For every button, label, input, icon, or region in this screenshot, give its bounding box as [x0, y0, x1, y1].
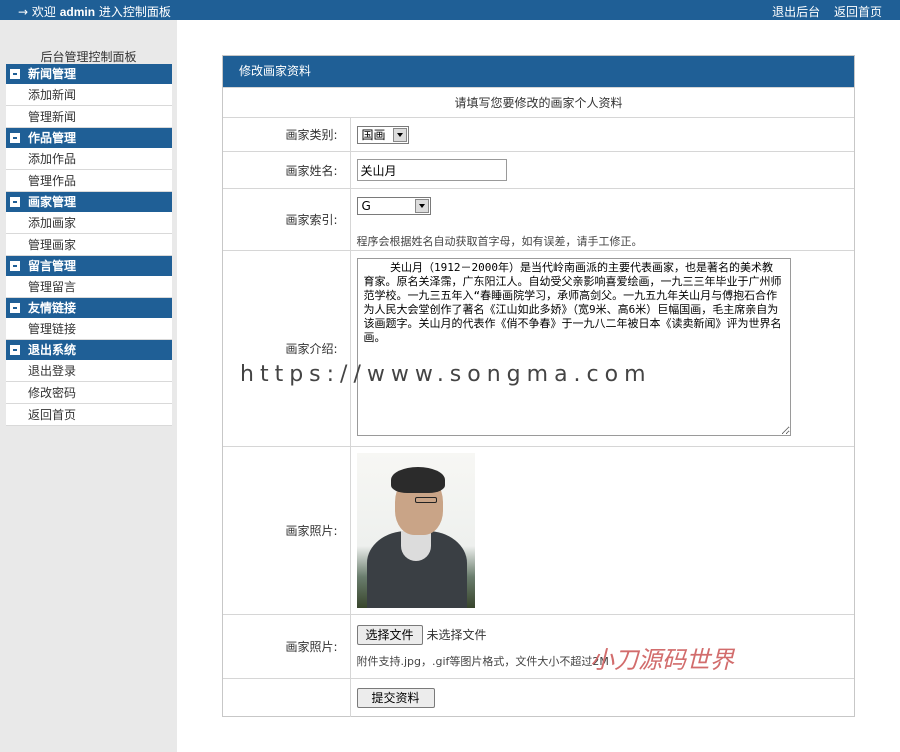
- username: admin: [59, 5, 96, 19]
- painter-photo: [356, 453, 475, 608]
- url-watermark: https://www.songma.com: [240, 362, 652, 387]
- choose-file-button[interactable]: 选择文件: [356, 624, 423, 645]
- menu-item-add-works[interactable]: 添加作品: [6, 148, 172, 170]
- menu-group-links[interactable]: 友情链接: [6, 298, 172, 318]
- edit-painter-form: 请填写您要修改的画家个人资料 画家类别: 国画 画家姓名: 画家索引: G: [223, 87, 854, 717]
- index-label: 画家索引:: [223, 188, 351, 251]
- upload-label: 画家照片:: [223, 614, 351, 679]
- menu-item-return-home[interactable]: 返回首页: [6, 404, 172, 426]
- bio-label: 画家介绍:: [223, 250, 351, 447]
- menu-group-label: 作品管理: [28, 131, 77, 145]
- index-value: G: [361, 198, 371, 213]
- name-label: 画家姓名:: [223, 151, 351, 189]
- category-label: 画家类别:: [223, 117, 351, 152]
- menu-group-news[interactable]: 新闻管理: [6, 64, 172, 84]
- form-intro-row: 请填写您要修改的画家个人资料: [223, 87, 854, 118]
- panel-title: 修改画家资料: [223, 56, 854, 87]
- sidebar-title: 后台管理控制面板: [40, 50, 137, 64]
- menu-item-manage-links[interactable]: 管理链接: [6, 318, 172, 340]
- category-value: 国画: [361, 127, 386, 142]
- no-file-text: 未选择文件: [426, 627, 487, 642]
- home-link[interactable]: 返回首页: [834, 5, 882, 19]
- index-row: 画家索引: G 程序会根据姓名自动获取首字母，如有误差，请手工修正。: [223, 188, 854, 251]
- chevron-down-icon: [392, 127, 407, 142]
- collapse-icon: [10, 345, 20, 355]
- menu-group-works[interactable]: 作品管理: [6, 128, 172, 148]
- menu-group-exit[interactable]: 退出系统: [6, 340, 172, 360]
- menu-item-manage-painters[interactable]: 管理画家: [6, 234, 172, 256]
- welcome-message: → 欢迎 admin 进入控制面板: [18, 3, 171, 20]
- chevron-down-icon: [414, 198, 429, 213]
- photo-row: 画家照片:: [223, 446, 854, 615]
- menu-item-manage-messages[interactable]: 管理留言: [6, 276, 172, 298]
- welcome-prefix: → 欢迎: [18, 5, 60, 19]
- menu-group-label: 退出系统: [28, 343, 77, 357]
- menu-item-manage-works[interactable]: 管理作品: [6, 170, 172, 192]
- bio-row: 画家介绍: 关山月（1912－2000年）是当代岭南画派的主要代表画家，也是著名…: [223, 250, 854, 447]
- collapse-icon: [10, 69, 20, 79]
- category-select[interactable]: 国画: [356, 125, 409, 144]
- category-row: 画家类别: 国画: [223, 117, 854, 152]
- menu-item-manage-news[interactable]: 管理新闻: [6, 106, 172, 128]
- name-row: 画家姓名:: [223, 151, 854, 189]
- brand-watermark: 小刀源码世界: [590, 646, 734, 674]
- name-input[interactable]: [356, 159, 507, 181]
- menu-group-label: 留言管理: [28, 259, 77, 273]
- menu-item-change-password[interactable]: 修改密码: [6, 382, 172, 404]
- top-links: 退出后台 返回首页: [762, 3, 882, 20]
- menu-item-add-painter[interactable]: 添加画家: [6, 212, 172, 234]
- form-intro: 请填写您要修改的画家个人资料: [223, 87, 854, 118]
- menu-group-label: 新闻管理: [28, 67, 77, 81]
- bio-textarea[interactable]: 关山月（1912－2000年）是当代岭南画派的主要代表画家，也是著名的美术教育家…: [356, 258, 791, 436]
- menu-group-messages[interactable]: 留言管理: [6, 256, 172, 276]
- collapse-icon: [10, 133, 20, 143]
- menu-item-logout[interactable]: 退出登录: [6, 360, 172, 382]
- photo-label: 画家照片:: [223, 446, 351, 615]
- menu-group-label: 友情链接: [28, 301, 77, 315]
- menu-group-painters[interactable]: 画家管理: [6, 192, 172, 212]
- index-select[interactable]: G: [356, 196, 431, 215]
- sidebar-menu: 新闻管理 添加新闻 管理新闻 作品管理 添加作品 管理作品 画家管理 添加画家 …: [6, 64, 172, 426]
- sidebar: 后台管理控制面板 新闻管理 添加新闻 管理新闻 作品管理 添加作品 管理作品 画…: [0, 20, 177, 752]
- top-bar: → 欢迎 admin 进入控制面板 退出后台 返回首页: [0, 0, 900, 20]
- collapse-icon: [10, 303, 20, 313]
- submit-row: 提交资料: [223, 678, 854, 717]
- logout-link[interactable]: 退出后台: [772, 5, 820, 19]
- submit-button[interactable]: 提交资料: [356, 687, 435, 708]
- collapse-icon: [10, 197, 20, 207]
- collapse-icon: [10, 261, 20, 271]
- upload-row: 画家照片: 选择文件 未选择文件 附件支持.jpg，.gif等图片格式，文件大小不…: [223, 614, 854, 679]
- welcome-suffix: 进入控制面板: [95, 5, 171, 19]
- menu-group-label: 画家管理: [28, 195, 77, 209]
- menu-item-add-news[interactable]: 添加新闻: [6, 84, 172, 106]
- index-hint: 程序会根据姓名自动获取首字母，如有误差，请手工修正。: [356, 234, 643, 248]
